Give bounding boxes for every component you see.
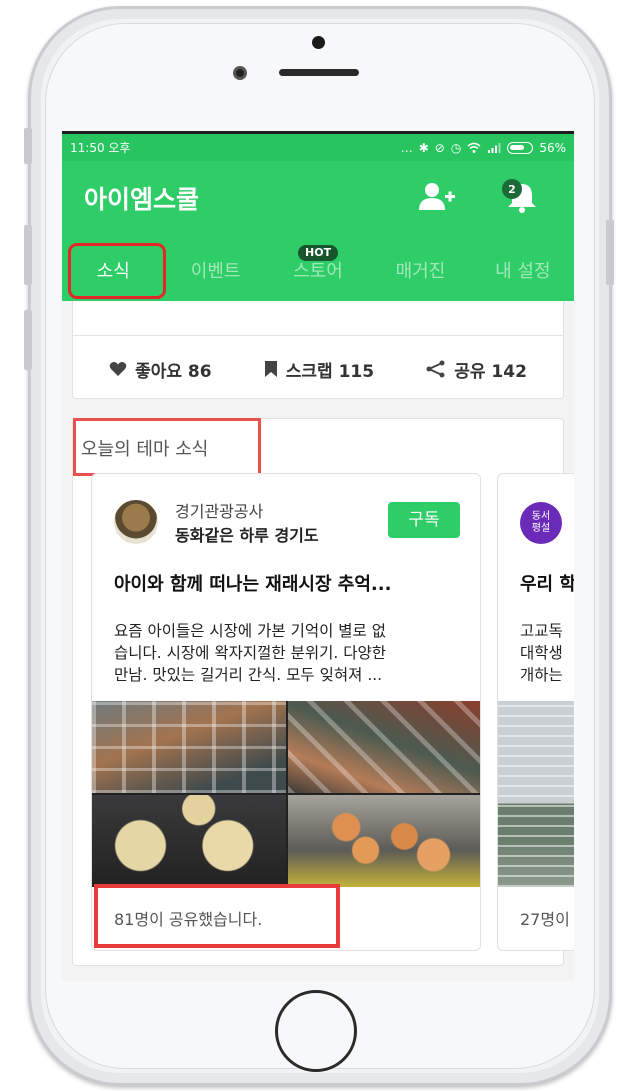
excerpt-line: 습니다. 시장에 왁자지껄한 분위기. 다양한: [114, 644, 386, 662]
like-label: 좋아요 86: [135, 361, 212, 382]
power-button: [606, 220, 614, 285]
news-excerpt: 요즘 아이들은 시장에 가본 기억이 별로 없 습니다. 시장에 왁자지껄한 분…: [114, 620, 464, 686]
bookmark-icon: [264, 361, 277, 377]
bluetooth-icon: ✱: [418, 140, 429, 155]
tab-highlight-box: [68, 243, 166, 299]
front-camera: [312, 36, 325, 49]
tab-settings[interactable]: 내 설정: [472, 249, 574, 295]
subscribe-button[interactable]: 구독: [388, 502, 460, 538]
app-title: 아이엠스쿨: [84, 185, 200, 214]
market-photo: [288, 701, 480, 793]
theme-news-section: 오늘의 테마 소식 경기관광공사 동화같은 하루 경기도 구독 아이와 함께 떠…: [72, 418, 574, 966]
scrap-button[interactable]: 스크랩 115: [264, 357, 374, 382]
share-count: 81명이 공유했습니다.: [114, 910, 263, 929]
excerpt-line: 고교독: [520, 622, 563, 640]
publisher-avatar: [114, 500, 158, 544]
avatar-text: 동서: [531, 511, 551, 522]
news-card[interactable]: 경기관광공사 동화같은 하루 경기도 구독 아이와 함께 떠나는 재래시장 추억…: [91, 473, 481, 951]
status-time: 11:50 오후: [70, 141, 131, 155]
like-button[interactable]: 좋아요 86: [109, 357, 212, 382]
post-card: 좋아요 86 스크랩 115 공유 142: [72, 301, 564, 399]
heart-icon: [109, 362, 127, 376]
status-icons: … ✱ ⊘ ◷ 56%: [401, 141, 566, 155]
volume-down-button: [24, 310, 32, 370]
share-count: 27명이: [520, 910, 570, 929]
publisher-avatar: 동서 평설: [520, 502, 562, 544]
volume-up-button: [24, 225, 32, 285]
tab-label: 매거진: [395, 261, 446, 282]
news-excerpt: 고교독 대학생 개하는: [520, 620, 563, 686]
news-title: 우리 학: [520, 574, 574, 595]
divider: [73, 335, 563, 336]
signal-icon: [488, 142, 501, 153]
mute-switch: [24, 128, 32, 164]
alarm-icon: ◷: [450, 140, 462, 155]
post-actions: 좋아요 86 스크랩 115 공유 142: [73, 343, 563, 395]
add-user-icon[interactable]: [417, 181, 457, 211]
hot-badge: HOT: [298, 245, 339, 261]
market-photo: [92, 701, 286, 793]
phone-screen: 11:50 오후 … ✱ ⊘ ◷ 56% 아이엠스쿨 2 소식 이벤트 HOT …: [62, 131, 574, 981]
excerpt-line: 대학생: [520, 644, 563, 662]
battery-icon: [507, 141, 534, 154]
avatar-text: 평설: [531, 523, 551, 534]
earpiece-speaker: [279, 69, 359, 76]
news-title: 아이와 함께 떠나는 재래시장 추억...: [114, 574, 392, 595]
excerpt-line: 만남. 맛있는 길거리 간식. 모두 잊혀져 ...: [114, 666, 383, 684]
snack-photo: [288, 795, 480, 887]
excerpt-line: 요즘 아이들은 시장에 가본 기억이 별로 없: [114, 622, 386, 640]
status-bar: 11:50 오후 … ✱ ⊘ ◷ 56%: [62, 131, 574, 161]
tab-label: 스토어: [293, 261, 343, 282]
wifi-icon: [467, 142, 481, 153]
tab-event[interactable]: 이벤트: [164, 249, 266, 295]
pancake-photo: [92, 795, 286, 887]
mute-icon: ⊘: [434, 140, 445, 155]
notification-badge: 2: [502, 179, 522, 199]
campus-photo: [498, 701, 574, 887]
share-button[interactable]: 공유 142: [426, 357, 527, 382]
tab-label: 이벤트: [190, 261, 241, 282]
scrap-label: 스크랩 115: [285, 361, 375, 382]
news-photo-grid: [92, 701, 480, 887]
tab-store[interactable]: HOT 스토어: [267, 245, 369, 295]
home-button[interactable]: [275, 990, 357, 1072]
publisher-name: 경기관광공사: [175, 502, 264, 521]
news-card[interactable]: 동서 평설 우리 학 고교독 대학생 개하는 27명이: [497, 473, 574, 951]
news-feed[interactable]: 좋아요 86 스크랩 115 공유 142 오늘의 테마 소식 경기관광공사 동…: [62, 301, 574, 981]
tab-label: 내 설정: [495, 261, 551, 282]
section-title: 오늘의 테마 소식: [81, 439, 209, 460]
share-label: 공유 142: [454, 361, 527, 382]
excerpt-line: 개하는: [520, 666, 563, 684]
share-icon: [426, 360, 445, 378]
battery-percent: 56%: [539, 140, 566, 155]
notification-button[interactable]: 2: [502, 179, 542, 213]
publisher-channel: 동화같은 하루 경기도: [175, 526, 319, 545]
tab-magazine[interactable]: 매거진: [369, 249, 471, 295]
camera-lens: [233, 66, 247, 80]
more-dots-icon: …: [400, 140, 413, 155]
